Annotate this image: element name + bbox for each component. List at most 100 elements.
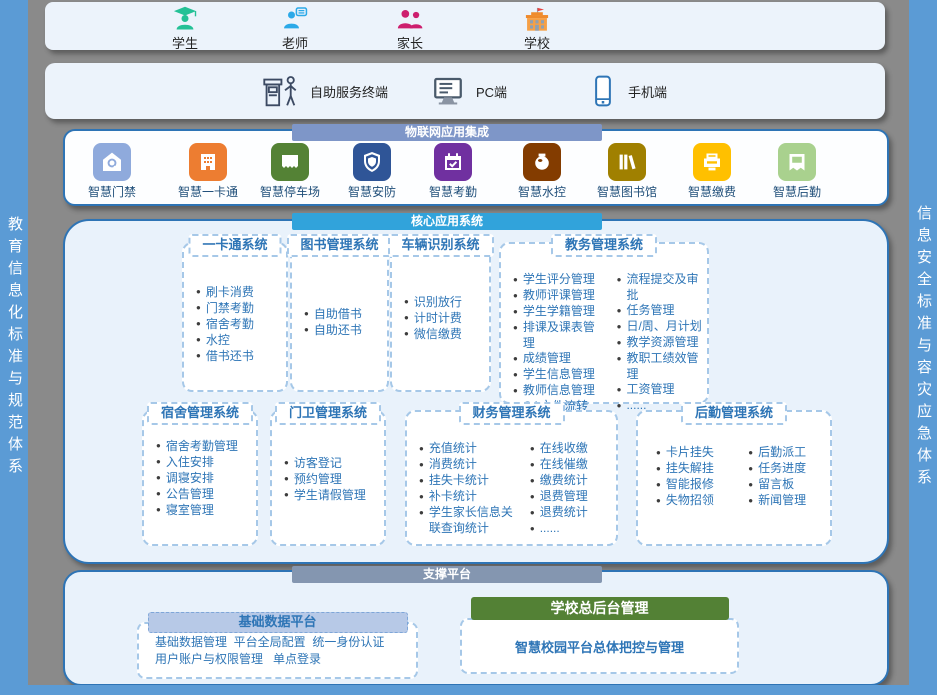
- iot-item-door-access: 智慧门禁: [69, 143, 155, 200]
- list-item: 任务进度: [748, 461, 826, 477]
- iot-item-parking: 智慧停车场: [247, 143, 333, 200]
- books-icon: [608, 143, 646, 181]
- users-row: 学生 老师 家长 学校: [45, 2, 885, 50]
- list-item: 日/周、月计划: [617, 319, 703, 335]
- iot-label: 智慧图书馆: [584, 183, 670, 200]
- list-item: 排课及课表管理: [513, 320, 607, 351]
- iot-item-library: 智慧图书馆: [584, 143, 670, 200]
- user-item-school: 学校: [492, 5, 582, 52]
- terminal-label: 自助服务终端: [310, 82, 388, 101]
- system-box-finance: 财务管理系统 充值统计 消费统计 挂失卡统计 补卡统计 学生家长信息关联查询统计…: [405, 410, 618, 546]
- iot-label: 智慧安防: [329, 183, 415, 200]
- list-item: 公告管理: [156, 486, 252, 502]
- system-title: 后勤管理系统: [681, 402, 787, 425]
- smart-campus-architecture-diagram: 教育信息化标准与规范体系 信息安全标准与容灾应急体系 学生 老师 家长: [0, 0, 937, 695]
- list-item: 借书还书: [196, 348, 282, 364]
- list-item: 计时计费: [404, 310, 485, 326]
- right-sidebar-label: 信息安全标准与容灾应急体系: [909, 205, 937, 491]
- iot-item-water: 智慧水控: [499, 143, 585, 200]
- list-item: 门禁考勤: [196, 300, 282, 316]
- iot-item-payment: 智慧缴费: [669, 143, 755, 200]
- terminals-row: 自助服务终端 PC端 手机端: [45, 63, 885, 119]
- list-item: 刷卡消费: [196, 284, 282, 300]
- list-item: 消费统计: [419, 457, 520, 473]
- core-section-banner: 核心应用系统: [292, 213, 602, 230]
- iot-label: 智慧缴费: [669, 183, 755, 200]
- support-section-banner: 支撑平台: [292, 566, 602, 583]
- list-item: 调寝安排: [156, 470, 252, 486]
- list-item: 退费统计: [530, 505, 612, 521]
- list-item: 预约管理: [284, 471, 380, 487]
- school-admin-title: 学校总后台管理: [471, 597, 729, 620]
- terminal-item-phone: 手机端: [588, 73, 667, 109]
- onecard-icon: [189, 143, 227, 181]
- iot-label: 智慧水控: [499, 183, 585, 200]
- iot-item-logistics: 智慧后勤: [754, 143, 840, 200]
- pc-icon: [430, 74, 466, 108]
- school-admin-desc: 智慧校园平台总体把控与管理: [515, 637, 684, 656]
- list-item: 学生家长信息关联查询统计: [419, 505, 520, 536]
- list-item: 学生学籍管理: [513, 304, 607, 320]
- list-item: 流程提交及审批: [617, 272, 703, 303]
- list-item: 挂失卡统计: [419, 473, 520, 489]
- feature-line: 基础数据管理 平台全局配置 统一身份认证: [155, 635, 384, 649]
- left-sidebar-label: 教育信息化标准与规范体系: [0, 216, 28, 480]
- iot-label: 智慧考勤: [410, 183, 496, 200]
- kiosk-icon: [260, 72, 300, 110]
- system-title: 财务管理系统: [458, 402, 564, 425]
- school-admin-desc-box: 智慧校园平台总体把控与管理: [460, 618, 739, 674]
- list-item: 补卡统计: [419, 489, 520, 505]
- list-item: 后勤派工: [748, 445, 826, 461]
- iot-section-banner: 物联网应用集成: [292, 124, 602, 141]
- list-item: 卡片挂失: [656, 445, 726, 461]
- iot-label: 智慧门禁: [69, 183, 155, 200]
- list-item: 失物招领: [656, 493, 726, 509]
- base-data-platform-box: 基础数据平台 基础数据管理 平台全局配置 统一身份认证用户账户与权限管理 单点登…: [137, 622, 418, 679]
- parking-icon: [271, 143, 309, 181]
- left-sidebar: 教育信息化标准与规范体系: [0, 0, 28, 695]
- feature-line: 用户账户与权限管理 单点登录: [155, 652, 321, 666]
- list-item: ......: [530, 521, 612, 537]
- support-platform-section: 支撑平台 基础数据平台 基础数据管理 平台全局配置 统一身份认证用户账户与权限管…: [63, 570, 889, 686]
- list-item: 学生请假管理: [284, 487, 380, 503]
- iot-item-security: 智慧安防: [329, 143, 415, 200]
- user-item-student: 学生: [140, 5, 230, 52]
- iot-label: 智慧后勤: [754, 183, 840, 200]
- list-item: 入住安排: [156, 454, 252, 470]
- school-icon: [492, 5, 582, 33]
- iot-label: 智慧一卡通: [165, 183, 251, 200]
- list-item: 退费管理: [530, 489, 612, 505]
- list-item: 访客登记: [284, 455, 380, 471]
- system-box-library: 图书管理系统 自助借书 自助还书: [290, 242, 389, 392]
- system-box-onecard: 一卡通系统 刷卡消费 门禁考勤 宿舍考勤 水控 借书还书: [182, 242, 288, 392]
- list-item: 水控: [196, 332, 282, 348]
- list-item: 宿舍考勤管理: [156, 438, 252, 454]
- iot-section: 物联网应用集成 智慧门禁 智慧一卡通 智慧停车场 智慧安防: [63, 129, 889, 206]
- parents-icon: [365, 5, 455, 33]
- list-item: 学生信息管理: [513, 367, 607, 383]
- list-item: 自助借书: [304, 306, 383, 322]
- list-item: 教师评课管理: [513, 288, 607, 304]
- list-item: 寝室管理: [156, 502, 252, 518]
- list-item: 宿舍考勤: [196, 316, 282, 332]
- terminal-label: PC端: [476, 82, 507, 101]
- terminal-label: 手机端: [628, 82, 667, 101]
- list-item: 充值统计: [419, 441, 520, 457]
- list-item: 教学资源管理: [617, 335, 703, 351]
- calendar-check-icon: [434, 143, 472, 181]
- system-box-logistics: 后勤管理系统 卡片挂失 挂失解挂 智能报修 失物招领 后勤派工 任务进度 留言板…: [636, 410, 832, 546]
- list-item: 任务管理: [617, 303, 703, 319]
- system-title: 宿舍管理系统: [147, 402, 253, 425]
- list-item: 在线催缴: [530, 457, 612, 473]
- right-sidebar: 信息安全标准与容灾应急体系: [909, 0, 937, 695]
- list-item: 学生评分管理: [513, 272, 607, 288]
- system-title: 一卡通系统: [188, 234, 281, 257]
- payment-icon: [693, 143, 731, 181]
- system-box-dormitory: 宿舍管理系统 宿舍考勤管理 入住安排 调寝安排 公告管理 寝室管理: [142, 410, 258, 546]
- core-systems-section: 核心应用系统 一卡通系统 刷卡消费 门禁考勤 宿舍考勤 水控 借书还书 图书管理…: [63, 219, 889, 564]
- banner-icon: [778, 143, 816, 181]
- student-icon: [140, 5, 230, 33]
- list-item: 自助还书: [304, 322, 383, 338]
- list-item: 缴费统计: [530, 473, 612, 489]
- list-item: 留言板: [748, 477, 826, 493]
